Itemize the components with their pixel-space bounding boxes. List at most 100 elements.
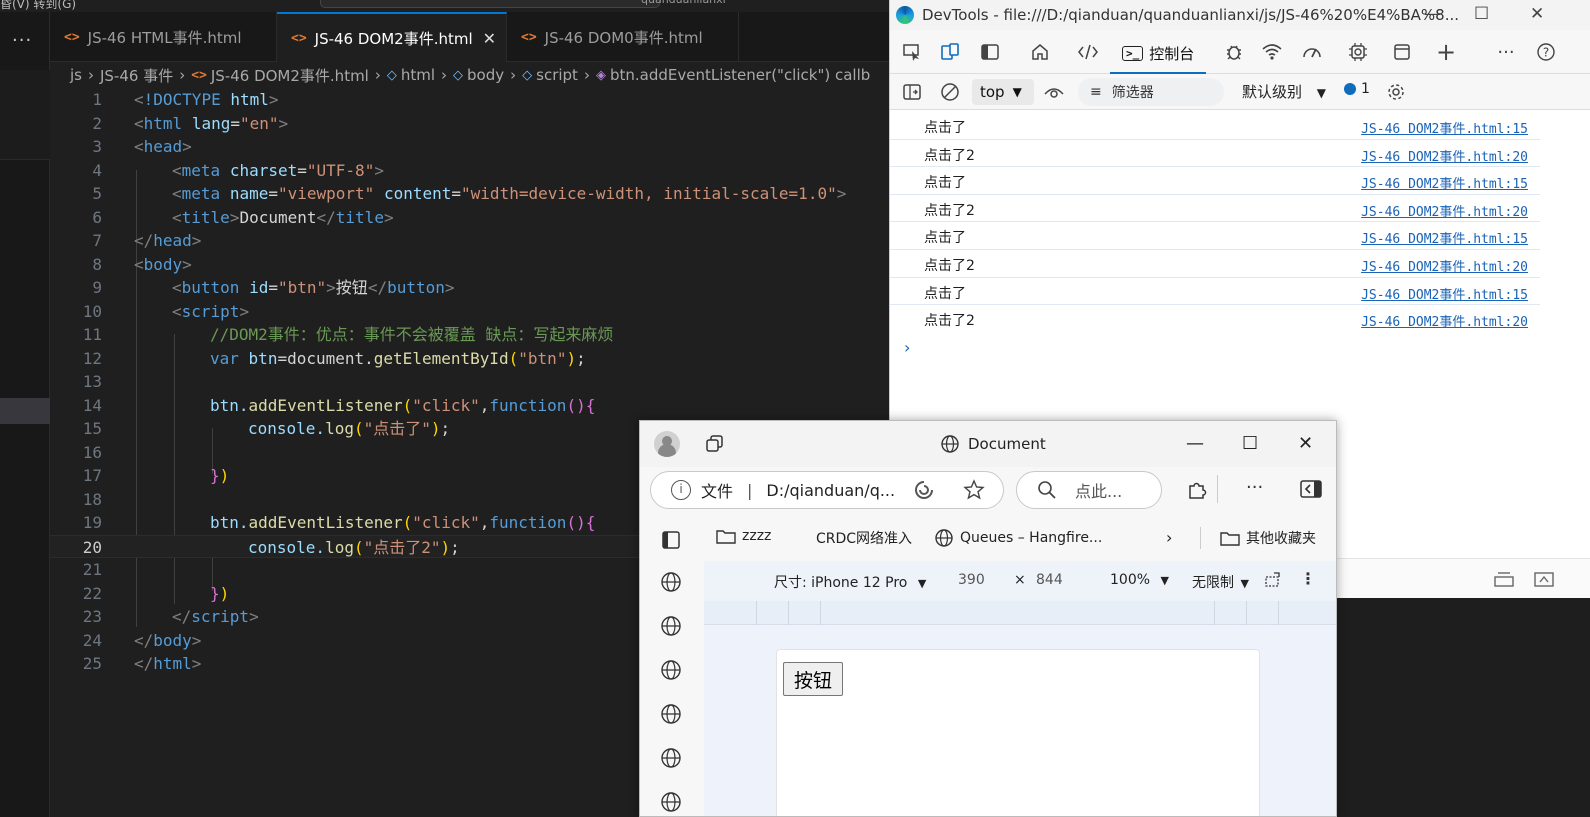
welcome-home-icon[interactable] [1028, 40, 1052, 64]
source-link[interactable]: JS-46 DOM2事件.html:20 [1361, 256, 1528, 275]
breadcrumb-callback[interactable]: btn.addEventListener("click") callb [610, 66, 870, 84]
extensions-puzzle-icon[interactable] [1186, 479, 1208, 501]
throttle-select[interactable]: 无限制 ▼ [1192, 572, 1249, 592]
tab-label: JS-46 HTML事件.html [87, 28, 242, 47]
inspect-element-icon[interactable] [900, 40, 924, 64]
blank-page-icon [790, 530, 808, 546]
dock-side-icon[interactable] [978, 40, 1002, 64]
close-icon[interactable]: ✕ [483, 29, 496, 48]
favorite-other-folder[interactable]: 其他收藏夹 [1220, 528, 1316, 548]
page-button[interactable]: 按钮 [783, 662, 844, 696]
ruler-tick[interactable] [1278, 601, 1279, 625]
performance-icon[interactable] [1300, 40, 1324, 64]
tab-html-event[interactable]: <> JS-46 HTML事件.html [50, 12, 277, 62]
source-link[interactable]: JS-46 DOM2事件.html:20 [1361, 146, 1528, 165]
tab-console[interactable]: >_ 控制台 [1110, 35, 1207, 74]
ruler-tick[interactable] [788, 601, 789, 625]
device-select[interactable]: 尺寸: iPhone 12 Pro ▼ [774, 572, 926, 592]
log-level-dropdown[interactable]: 默认级别 ▼ [1242, 81, 1326, 102]
breadcrumb-body[interactable]: body [467, 66, 504, 84]
issues-counter[interactable]: 1 [1344, 81, 1370, 97]
tab-actions-icon[interactable] [660, 529, 682, 551]
info-icon[interactable]: i [671, 480, 691, 500]
search-box[interactable]: 点此... [1016, 471, 1162, 509]
breadcrumb-subfolder[interactable]: JS-46 事件 [100, 65, 173, 86]
sidebar-toggle-icon[interactable] [1300, 480, 1322, 498]
console-message: 点击了2 JS-46 DOM2事件.html:20 [890, 250, 1540, 278]
globe-icon[interactable] [660, 703, 682, 725]
bug-icon[interactable] [1222, 40, 1246, 64]
more-options-icon[interactable]: ⋮ [1300, 569, 1316, 588]
minimize-icon[interactable]: — [1186, 433, 1204, 454]
ruler-tick[interactable] [1214, 601, 1215, 625]
minimize-icon[interactable]: — [1424, 4, 1441, 24]
help-icon[interactable]: ? [1534, 40, 1558, 64]
throttle-label: 无限制 [1192, 575, 1234, 591]
breadcrumb-file[interactable]: JS-46 DOM2事件.html [211, 65, 369, 86]
console-settings-gear-icon[interactable] [1384, 80, 1408, 104]
globe-icon[interactable] [660, 659, 682, 681]
source-link[interactable]: JS-46 DOM2事件.html:15 [1361, 228, 1528, 247]
console-prompt[interactable]: › [904, 338, 910, 357]
more-tools-icon[interactable]: ··· [1494, 40, 1518, 64]
globe-icon[interactable] [660, 747, 682, 769]
ruler-tick[interactable] [1246, 601, 1247, 625]
application-window-icon[interactable] [1390, 40, 1414, 64]
zoom-select[interactable]: 100% ▼ [1110, 572, 1169, 588]
clear-console-icon[interactable] [938, 80, 962, 104]
more-icon[interactable]: ··· [12, 30, 32, 51]
rotate-device-icon[interactable] [1264, 571, 1282, 589]
globe-icon[interactable] [660, 791, 682, 813]
quick-view-icon[interactable] [1532, 567, 1556, 591]
memory-chip-icon[interactable] [1346, 40, 1370, 64]
browser-tab-title[interactable]: Document [940, 434, 1046, 454]
globe-icon[interactable] [660, 615, 682, 637]
settings-more-icon[interactable]: ··· [1246, 477, 1263, 498]
source-link[interactable]: JS-46 DOM2事件.html:20 [1361, 201, 1528, 220]
close-icon[interactable]: ✕ [1530, 4, 1544, 24]
source-link[interactable]: JS-46 DOM2事件.html:20 [1361, 311, 1528, 330]
source-link[interactable]: JS-46 DOM2事件.html:15 [1361, 284, 1528, 303]
sidebar-selected-row[interactable] [0, 398, 50, 424]
breadcrumb-html[interactable]: html [401, 66, 435, 84]
dock-drawer-icon[interactable] [1492, 567, 1516, 591]
device-height-input[interactable]: 844 [1036, 572, 1063, 588]
favorite-star-icon[interactable] [963, 479, 985, 501]
dimension-times: × [1014, 572, 1026, 588]
source-link[interactable]: JS-46 DOM2事件.html:15 [1361, 118, 1528, 137]
console-filter-input[interactable]: ≡ 筛选器 [1078, 78, 1224, 106]
chevron-right-icon[interactable]: › [1166, 528, 1172, 547]
globe-icon[interactable] [660, 571, 682, 593]
breadcrumb-script[interactable]: script [536, 66, 578, 84]
close-icon[interactable]: ✕ [1298, 433, 1313, 454]
workspaces-icon[interactable] [704, 433, 726, 455]
sidebar-toggle-icon[interactable] [900, 80, 924, 104]
tab-dom0-event[interactable]: <> JS-46 DOM0事件.html [507, 12, 739, 62]
tab-label: JS-46 DOM0事件.html [544, 28, 703, 47]
read-aloud-icon[interactable] [913, 479, 935, 501]
address-bar[interactable]: i 文件 | D:/qianduan/q... [650, 471, 1004, 509]
code-text: <!DOCTYPE html> [134, 90, 279, 109]
menu-bar[interactable]: 昏(V) 转到(G) [0, 0, 76, 12]
ruler-tick[interactable] [820, 601, 821, 625]
context-selector[interactable]: top ▼ [972, 79, 1034, 105]
favorite-folder-zzzz[interactable]: zzzz [716, 528, 771, 544]
device-width-input[interactable]: 390 [958, 572, 985, 588]
live-expression-eye-icon[interactable] [1042, 80, 1066, 104]
elements-icon[interactable] [1076, 40, 1100, 64]
line-number: 15 [82, 419, 102, 438]
network-wifi-icon[interactable] [1260, 40, 1284, 64]
favorite-crdc[interactable]: CRDC网络准入 [790, 528, 912, 548]
favorite-hangfire[interactable]: Queues – Hangfire... [934, 528, 1102, 548]
maximize-icon[interactable]: ☐ [1474, 4, 1489, 24]
tab-dom2-event[interactable]: <> JS-46 DOM2事件.html ✕ [277, 12, 507, 62]
breadcrumb-folder[interactable]: js [70, 66, 82, 84]
devtools-title: DevTools - file:///D:/qianduan/quanduanl… [922, 6, 1460, 24]
maximize-icon[interactable]: ☐ [1242, 433, 1258, 454]
profile-avatar[interactable] [654, 431, 680, 457]
source-link[interactable]: JS-46 DOM2事件.html:15 [1361, 173, 1528, 192]
add-tool-icon[interactable]: + [1434, 38, 1458, 66]
command-center[interactable]: quanduanlianxi [320, 0, 726, 8]
device-emulation-icon[interactable] [938, 40, 962, 64]
ruler-tick[interactable] [756, 601, 757, 625]
